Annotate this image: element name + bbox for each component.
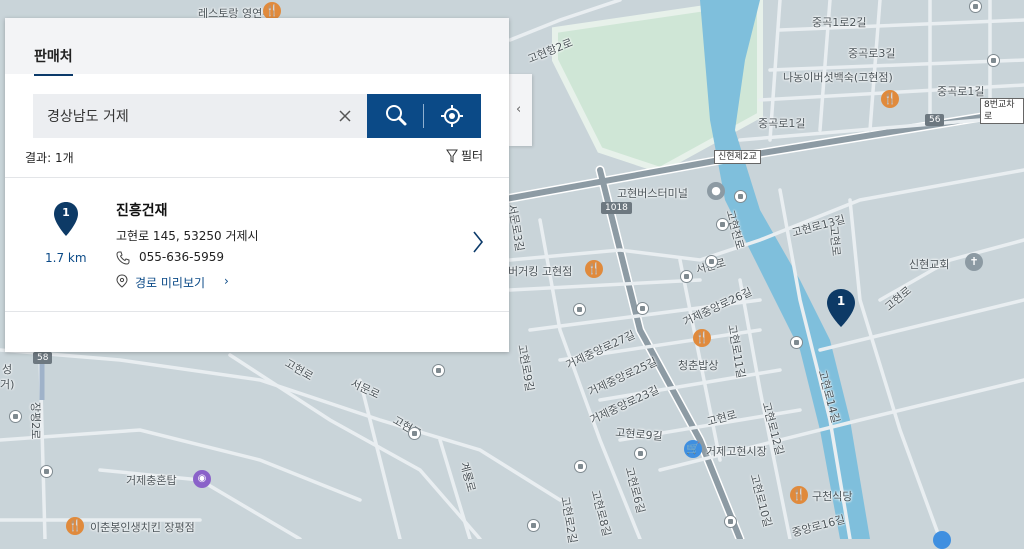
- divider: [5, 311, 509, 312]
- market-icon[interactable]: 🛒: [684, 440, 702, 458]
- dealer-address: 고현로 145, 53250 거제시: [116, 229, 259, 243]
- restaurant-icon[interactable]: 🍴: [693, 329, 711, 347]
- filter-button[interactable]: 필터: [446, 147, 483, 164]
- bus-terminal-icon[interactable]: ●: [707, 182, 725, 200]
- bus-stop-icon[interactable]: [734, 190, 747, 203]
- map-label: 성: [2, 363, 13, 376]
- bus-stop-icon[interactable]: [634, 447, 647, 460]
- map-label: 거제충혼탑: [126, 474, 177, 487]
- map-label: 중곡로3길: [848, 47, 896, 60]
- locate-me-button[interactable]: [424, 94, 481, 138]
- map-label: 중곡1로2길: [812, 16, 867, 29]
- map-label: 고현버스터미널: [617, 187, 688, 200]
- dealer-map-marker[interactable]: 1: [826, 288, 856, 332]
- dealer-phone[interactable]: 055-636-5959: [139, 250, 224, 264]
- road-shield: 1018: [601, 202, 632, 214]
- bus-stop-icon[interactable]: [705, 255, 718, 268]
- map-label: 고현로: [827, 225, 843, 257]
- map-label: 버거킹 고현점: [508, 265, 573, 278]
- bus-stop-icon[interactable]: [680, 270, 693, 283]
- road-shield: 58: [33, 352, 53, 364]
- search-icon: [386, 105, 407, 126]
- collapse-panel-button[interactable]: ‹: [509, 74, 532, 146]
- chevron-right-icon[interactable]: [471, 230, 485, 254]
- map-label: 거제고현시장: [706, 445, 767, 458]
- result-count: 결과: 1개: [25, 151, 74, 165]
- filter-label: 필터: [461, 149, 484, 163]
- map-label: 청춘밥상: [678, 359, 719, 372]
- search-input[interactable]: [33, 94, 367, 138]
- bus-stop-icon[interactable]: [716, 218, 729, 231]
- bus-stop-icon[interactable]: [40, 465, 53, 478]
- bus-stop-icon[interactable]: [527, 519, 540, 532]
- crosshair-icon: [441, 105, 463, 127]
- route-preview-link[interactable]: 경로 미리보기: [135, 274, 205, 291]
- map-label: 구천식당: [812, 490, 853, 503]
- road-shield: 56: [925, 114, 945, 126]
- bus-stop-icon[interactable]: [9, 410, 22, 423]
- panel-header: 판매처: [5, 18, 509, 76]
- map-label: 중곡로1길: [937, 85, 985, 98]
- bus-stop-icon[interactable]: [574, 460, 587, 473]
- result-item[interactable]: 1 1.7 km 진흥건재 고현로 145, 53250 거제시 055-636…: [5, 178, 509, 311]
- bus-stop-icon[interactable]: [969, 0, 982, 13]
- map-label: 신현교회: [909, 258, 950, 271]
- restaurant-icon[interactable]: 🍴: [881, 90, 899, 108]
- bus-stop-icon[interactable]: [573, 303, 586, 316]
- bus-stop-icon[interactable]: [408, 427, 421, 440]
- location-pin-icon: [116, 274, 128, 288]
- phone-icon: [116, 251, 130, 265]
- bus-stop-icon[interactable]: [432, 364, 445, 377]
- map-label: 이춘봉인생치킨 장평점: [90, 521, 195, 534]
- result-pin: 1: [53, 201, 79, 241]
- map-label: 8번교차로: [980, 98, 1024, 124]
- dealer-panel: 판매처 결과: 1개 필터: [5, 18, 509, 352]
- map-label: 장평2로: [29, 402, 42, 440]
- monument-icon[interactable]: ◉: [193, 470, 211, 488]
- restaurant-icon[interactable]: 🍴: [585, 260, 603, 278]
- result-distance: 1.7 km: [45, 251, 87, 265]
- close-icon: [339, 110, 351, 122]
- chevron-right-icon: ›: [224, 274, 229, 288]
- result-index: 1: [62, 206, 70, 219]
- search-bar: [33, 94, 481, 138]
- filter-icon: [446, 149, 458, 163]
- chevron-left-icon: ‹: [516, 102, 522, 117]
- dealer-name: 진흥건재: [116, 203, 168, 219]
- map-marker-index: 1: [836, 294, 846, 308]
- map-label: 신현제2교: [714, 150, 761, 164]
- map-label: 중곡로1길: [758, 117, 806, 130]
- bus-stop-icon[interactable]: [636, 302, 649, 315]
- tab-dealers[interactable]: 판매처: [34, 46, 73, 76]
- search-button[interactable]: [367, 94, 424, 138]
- restaurant-icon[interactable]: 🍴: [66, 517, 84, 535]
- poi-icon[interactable]: [933, 531, 951, 549]
- clear-search-button[interactable]: [333, 104, 357, 128]
- bus-stop-icon[interactable]: [987, 54, 1000, 67]
- map-label: 나농이버섯백숙(고현점): [783, 71, 893, 84]
- bus-stop-icon[interactable]: [724, 515, 737, 528]
- church-icon[interactable]: ✝: [965, 253, 983, 271]
- bus-stop-icon[interactable]: [790, 336, 803, 349]
- restaurant-icon[interactable]: 🍴: [790, 486, 808, 504]
- map-label: 거): [0, 378, 15, 391]
